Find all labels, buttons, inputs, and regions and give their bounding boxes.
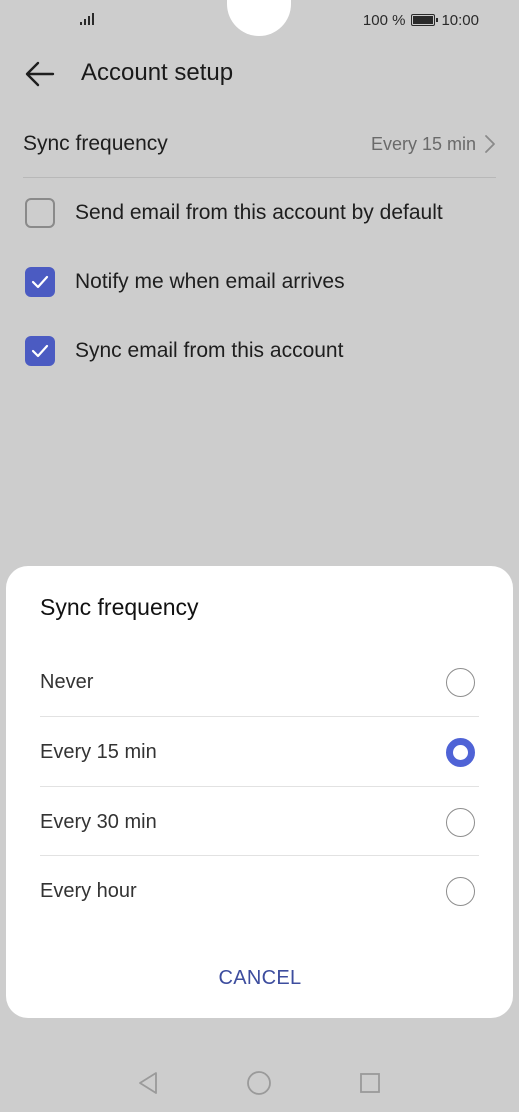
sync-frequency-value: Every 15 min [370, 133, 476, 154]
chevron-right-icon [485, 135, 495, 153]
option-never[interactable]: Never [40, 647, 479, 717]
nav-recents-button[interactable] [357, 1070, 383, 1096]
sync-frequency-value-group: Every 15 min [371, 134, 496, 155]
option-every-hour[interactable]: Every hour [40, 856, 479, 926]
checkbox-row-default-account[interactable]: Send email from this account by default [25, 195, 505, 231]
triangle-back-icon [139, 1072, 157, 1094]
square-recents-icon [360, 1073, 380, 1093]
navigation-bar [0, 1060, 519, 1104]
option-label: Every hour [40, 879, 137, 902]
page-title: Account setup [81, 59, 234, 86]
circle-home-icon [247, 1071, 271, 1095]
check-icon [31, 344, 49, 358]
sync-email-checkbox[interactable] [25, 336, 55, 366]
app-bar: Account setup [0, 50, 519, 98]
option-every-30-min[interactable]: Every 30 min [40, 787, 479, 857]
checkbox-row-notify[interactable]: Notify me when email arrives [25, 264, 505, 300]
battery-percent: 100 % [362, 11, 406, 29]
radio-button[interactable] [446, 807, 475, 837]
cancel-button[interactable]: CANCEL [200, 958, 320, 998]
back-button[interactable] [22, 56, 58, 92]
account-setup-screen: 100 % 10:00 Account setup Sync frequency… [0, 0, 519, 1112]
nav-home-button[interactable] [246, 1070, 272, 1096]
notify-checkbox[interactable] [25, 267, 55, 297]
option-every-15-min[interactable]: Every 15 min [40, 717, 479, 787]
option-label: Every 15 min [40, 740, 157, 763]
checkbox-row-sync-email[interactable]: Sync email from this account [25, 333, 505, 369]
nav-back-button[interactable] [135, 1070, 161, 1096]
status-bar-right: 100 % 10:00 [363, 10, 479, 30]
camera-notch [227, 0, 291, 36]
option-label: Every 30 min [40, 810, 157, 833]
radio-button-selected[interactable] [446, 737, 475, 767]
checkbox-label: Notify me when email arrives [75, 270, 345, 293]
signal-icon [80, 11, 98, 25]
checkbox-label: Send email from this account by default [75, 201, 443, 224]
radio-button[interactable] [446, 876, 475, 906]
sync-frequency-row[interactable]: Sync frequency Every 15 min [23, 118, 496, 170]
sync-frequency-dialog: Sync frequency Never Every 15 min Every … [6, 566, 513, 1018]
battery-icon [411, 14, 439, 26]
divider [23, 177, 496, 178]
check-icon [31, 275, 49, 289]
arrow-left-icon [25, 61, 55, 87]
clock: 10:00 [441, 11, 479, 29]
default-account-checkbox[interactable] [25, 198, 55, 228]
checkbox-label: Sync email from this account [75, 339, 344, 362]
radio-button[interactable] [446, 667, 475, 697]
sync-frequency-label: Sync frequency [23, 132, 168, 155]
option-label: Never [40, 670, 94, 693]
dialog-title: Sync frequency [40, 594, 199, 620]
